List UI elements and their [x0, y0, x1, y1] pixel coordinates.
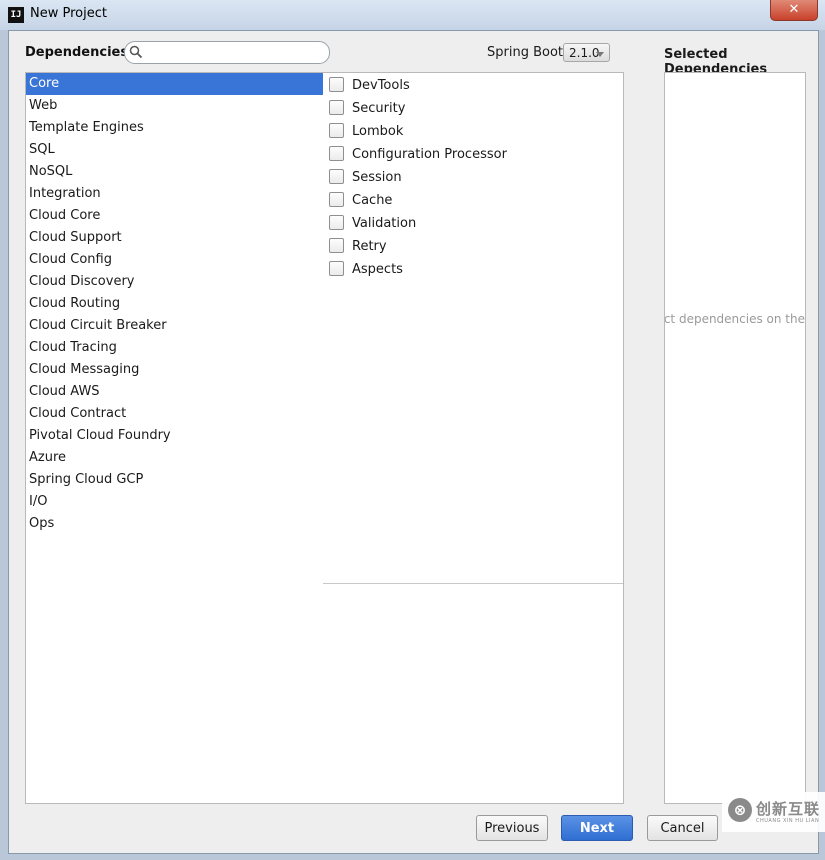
- category-item[interactable]: Cloud Circuit Breaker: [26, 315, 324, 337]
- dependency-checkbox[interactable]: [329, 99, 344, 115]
- dependency-label: Validation: [352, 216, 417, 231]
- dependency-checkbox[interactable]: [329, 122, 344, 138]
- search-icon: [129, 45, 143, 59]
- category-item[interactable]: Cloud Core: [26, 205, 324, 227]
- empty-selection-hint: ect dependencies on the: [664, 312, 805, 326]
- category-item[interactable]: Cloud AWS: [26, 381, 324, 403]
- cancel-button[interactable]: Cancel: [647, 815, 718, 841]
- category-item[interactable]: Cloud Routing: [26, 293, 324, 315]
- dependency-label: Configuration Processor: [352, 147, 507, 162]
- dependencies-label: Dependencies: [25, 45, 129, 60]
- category-item[interactable]: SQL: [26, 139, 324, 161]
- dependency-item[interactable]: Validation: [329, 212, 416, 235]
- dependency-checkbox[interactable]: [329, 145, 344, 161]
- category-item[interactable]: Cloud Tracing: [26, 337, 324, 359]
- dependency-label: Aspects: [352, 262, 403, 277]
- dependency-checkbox[interactable]: [329, 237, 344, 253]
- category-item[interactable]: Core: [26, 73, 324, 95]
- previous-button[interactable]: Previous: [476, 815, 548, 841]
- category-item[interactable]: Cloud Contract: [26, 403, 324, 425]
- next-button[interactable]: Next: [561, 815, 633, 841]
- category-item[interactable]: Web: [26, 95, 324, 117]
- dependency-item[interactable]: Retry: [329, 235, 387, 258]
- watermark-text: 创新互联: [756, 800, 821, 818]
- spring-boot-version-value: 2.1.0: [569, 46, 600, 60]
- dependency-checkbox-list: DevTools Security Lombok Configuration Proc…: [323, 72, 624, 804]
- spring-boot-label: Spring Boot: [487, 45, 564, 60]
- dependency-label: Session: [352, 170, 402, 185]
- dependency-label: Retry: [352, 239, 387, 254]
- dependency-label: DevTools: [352, 78, 410, 93]
- category-item[interactable]: Azure: [26, 447, 324, 469]
- selected-dependencies-panel: ect dependencies on the: [664, 72, 806, 804]
- dependency-checkbox[interactable]: [329, 191, 344, 207]
- category-item[interactable]: Cloud Messaging: [26, 359, 324, 381]
- dependency-checkbox[interactable]: [329, 214, 344, 230]
- dependency-label: Lombok: [352, 124, 404, 139]
- title-bar[interactable]: IJ New Project ✕: [0, 0, 825, 30]
- category-item[interactable]: Ops: [26, 513, 324, 535]
- dependency-item[interactable]: DevTools: [329, 74, 410, 97]
- window-title: New Project: [30, 6, 107, 21]
- dependency-checkbox[interactable]: [329, 168, 344, 184]
- category-item[interactable]: Spring Cloud GCP: [26, 469, 324, 491]
- dependency-item[interactable]: Lombok: [329, 120, 403, 143]
- intellij-app-icon: IJ: [8, 7, 24, 23]
- category-item[interactable]: Cloud Discovery: [26, 271, 324, 293]
- close-window-button[interactable]: ✕: [770, 0, 818, 21]
- description-divider: [323, 583, 623, 584]
- watermark-logo: ⊗ 创新互联 CHUANG XIN HU LIAN: [722, 792, 825, 832]
- watermark-subtext: CHUANG XIN HU LIAN: [756, 818, 820, 824]
- category-item[interactable]: Pivotal Cloud Foundry: [26, 425, 324, 447]
- category-list: Core Web Template Engines SQL NoSQL Integrati…: [25, 72, 325, 804]
- category-item[interactable]: Cloud Support: [26, 227, 324, 249]
- spring-boot-version-select[interactable]: 2.1.0: [563, 43, 610, 62]
- category-item[interactable]: NoSQL: [26, 161, 324, 183]
- chevron-down-icon: [596, 52, 604, 57]
- dialog-body: Dependencies Spring Boot 2.1.0 Selected …: [8, 30, 819, 854]
- dependency-checkbox[interactable]: [329, 260, 344, 276]
- dependency-label: Cache: [352, 193, 393, 208]
- new-project-window: IJ New Project ✕ Dependencies Spring Boo…: [0, 0, 825, 860]
- category-item[interactable]: Cloud Config: [26, 249, 324, 271]
- category-item[interactable]: Integration: [26, 183, 324, 205]
- dependency-checkbox[interactable]: [329, 76, 344, 92]
- dependency-item[interactable]: Aspects: [329, 258, 403, 281]
- dependency-search-input[interactable]: [124, 41, 330, 64]
- dependency-item[interactable]: Cache: [329, 189, 392, 212]
- dependency-label: Security: [352, 101, 406, 116]
- dependency-item[interactable]: Session: [329, 166, 402, 189]
- dependency-item[interactable]: Configuration Processor: [329, 143, 507, 166]
- category-item[interactable]: I/O: [26, 491, 324, 513]
- dependency-item[interactable]: Security: [329, 97, 405, 120]
- category-item[interactable]: Template Engines: [26, 117, 324, 139]
- watermark-icon: ⊗: [728, 798, 752, 822]
